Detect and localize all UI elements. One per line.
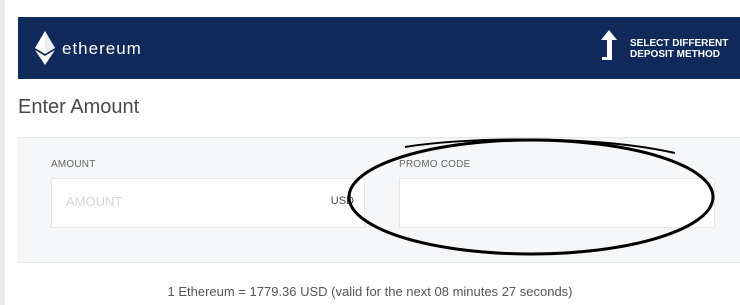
amount-form-panel: AMOUNT USD PROMO CODE [18,137,740,263]
amount-input[interactable] [64,193,308,210]
header-bar: ethereum SELECT DIFFERENT DEPOSIT METHOD [18,17,740,79]
exchange-rate-text: 1 Ethereum = 1779.36 USD (valid for the … [167,284,573,299]
promo-code-field-box[interactable] [399,178,715,228]
select-deposit-method-label: SELECT DIFFERENT DEPOSIT METHOD [630,38,729,60]
amount-field-box[interactable]: USD [51,178,365,228]
currency-label: USD [330,195,354,207]
page-edge [0,0,5,305]
arrow-up-icon [601,30,617,60]
promo-code-input[interactable] [410,193,704,210]
promo-code-label: PROMO CODE [399,159,471,170]
page-title: Enter Amount [18,96,140,118]
ethereum-logo-icon [35,31,55,65]
select-deposit-method-button[interactable]: SELECT DIFFERENT DEPOSIT METHOD [590,30,740,68]
brand-name: ethereum [62,39,142,58]
amount-label: AMOUNT [51,159,96,170]
